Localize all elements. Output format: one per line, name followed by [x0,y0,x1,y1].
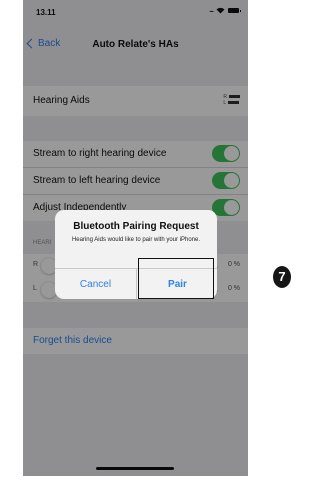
phone-screen: 13.11 .... Back Auto Relate's HAs Hearin… [23,0,248,476]
cancel-button[interactable]: Cancel [55,269,136,299]
alert-message: Hearing Aids would like to pair with you… [71,237,201,243]
step-number-badge: 7 [273,266,291,288]
pair-button-highlight-box [138,258,214,299]
alert-title: Bluetooth Pairing Request [73,221,199,232]
